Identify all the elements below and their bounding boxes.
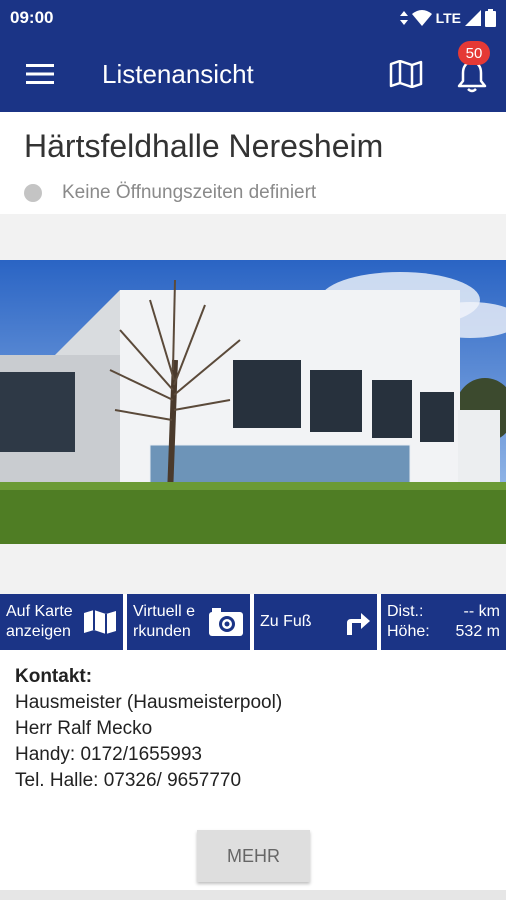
app-bar: Listenansicht [0,36,506,112]
height-line: Höhe: 532 m [387,622,500,642]
height-label: Höhe: [387,623,430,640]
map-icon [389,60,423,88]
distance-line: Dist.: -- km [387,602,500,622]
bottom-divider [0,890,506,900]
battery-icon [485,9,496,27]
building-photo [0,260,506,544]
menu-button[interactable] [0,36,80,112]
map-icon [84,610,116,634]
network-type: LTE [435,10,461,26]
turn-right-arrow-icon [347,613,370,635]
signal-icon [465,10,481,26]
data-transfer-icon [399,11,408,25]
distance-label: Dist.: [387,603,424,620]
hamburger-icon [26,64,54,84]
opening-hours-row: Keine Öffnungszeiten definiert [24,182,316,204]
distance-value: -- km [463,603,500,620]
place-title: Härtsfeldhalle Neresheim [24,128,384,164]
wifi-icon [411,10,432,26]
contact-line[interactable]: Handy: 0172/1655993 [15,742,282,768]
status-time: 09:00 [10,8,54,27]
distance-height-info: Dist.: -- km Höhe: 532 m [381,594,506,650]
status-bar: 09:00 LTE [0,0,506,36]
action-buttons: Auf Karte anzeigen Virtuell e rkunden Zu… [0,594,506,650]
contact-line: Hausmeister (Hausmeisterpool) [15,692,283,713]
contact-line: Herr Ralf Mecko [15,718,153,739]
opening-hours-text: Keine Öffnungszeiten definiert [62,182,317,203]
camera-icon [209,608,243,636]
contact-heading: Kontakt: [15,666,93,687]
height-value: 532 m [455,623,500,640]
more-button[interactable]: MEHR [197,830,310,882]
map-view-button[interactable] [384,54,428,94]
notification-badge: 50 [458,41,490,65]
status-dot-icon [24,184,42,202]
virtual-explore-button[interactable]: Virtuell e rkunden [127,594,250,650]
show-on-map-label: Auf Karte anzeigen [6,603,73,640]
contact-line[interactable]: Tel. Halle: 07326/ 9657770 [15,768,282,794]
contact-section: Kontakt: Hausmeister (Hausmeisterpool) H… [15,664,282,794]
walk-directions-button[interactable]: Zu Fuß [254,594,377,650]
page-title: Listenansicht [102,58,254,89]
status-icons: LTE [399,9,496,27]
virtual-explore-label: Virtuell e rkunden [133,603,195,640]
walk-directions-label: Zu Fuß [260,613,312,630]
show-on-map-button[interactable]: Auf Karte anzeigen [0,594,123,650]
